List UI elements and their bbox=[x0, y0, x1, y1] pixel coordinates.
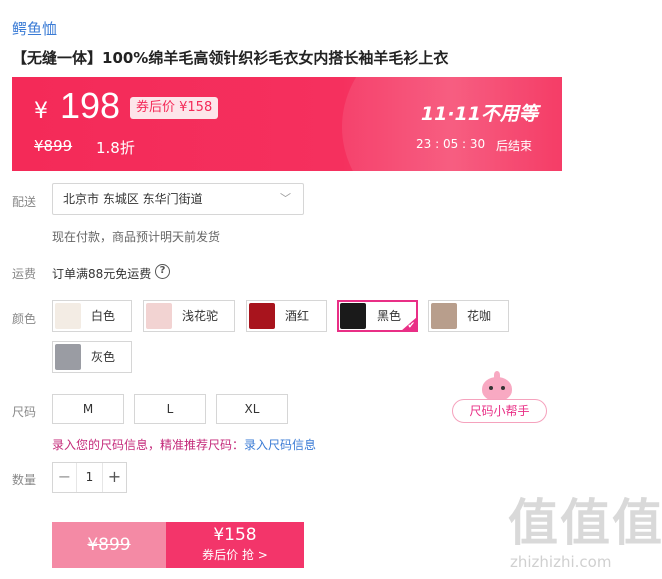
discount-rate: 1.8折 bbox=[96, 139, 135, 157]
color-option-label: 酒红 bbox=[285, 309, 310, 323]
original-price: ¥899 bbox=[34, 137, 73, 155]
mascot-icon bbox=[482, 371, 512, 401]
help-icon[interactable]: ? bbox=[155, 264, 170, 279]
buy-coupon-price: ¥158 bbox=[213, 525, 257, 545]
color-option-label: 白色 bbox=[91, 309, 116, 323]
swatch-thumbnail bbox=[55, 303, 81, 329]
product-title: 【无缝一体】100%绵羊毛高领针织衫毛衣女内搭长袖羊毛衫上衣 bbox=[12, 49, 449, 67]
quantity-stepper: − 1 + bbox=[52, 462, 127, 493]
size-helper-button[interactable]: 尺码小帮手 bbox=[452, 399, 547, 423]
countdown-suffix: 后结束 bbox=[496, 139, 533, 153]
color-option-label: 花咖 bbox=[467, 309, 492, 323]
check-icon: ✔ bbox=[407, 321, 415, 331]
swatch-thumbnail bbox=[249, 303, 275, 329]
address-value: 北京市 东城区 东华门街道 bbox=[63, 192, 203, 206]
buy-cta-label: 券后价 抢 > bbox=[202, 548, 268, 562]
size-info-link[interactable]: 录入尺码信息 bbox=[244, 436, 316, 453]
size-option-xl[interactable]: XL bbox=[216, 394, 288, 424]
color-option-wine-red[interactable]: 酒红 bbox=[246, 300, 327, 332]
promo-badge: 11·11不用等 bbox=[420, 103, 538, 125]
coupon-price-tag: 券后价 ¥158 bbox=[130, 97, 219, 119]
quantity-label: 数量 bbox=[12, 473, 37, 487]
chevron-down-icon: ﹀ bbox=[280, 192, 291, 205]
color-option-label: 黑色 bbox=[377, 309, 402, 323]
color-label: 颜色 bbox=[12, 312, 37, 326]
swatch-thumbnail bbox=[431, 303, 457, 329]
color-option-mocha[interactable]: 花咖 bbox=[428, 300, 509, 332]
watermark-logo: 值值值 bbox=[508, 494, 662, 552]
minus-icon[interactable]: − bbox=[53, 463, 77, 492]
size-option-m[interactable]: M bbox=[52, 394, 124, 424]
plus-icon[interactable]: + bbox=[102, 463, 126, 492]
shipping-note: 现在付款，商品预计明天前发货 bbox=[52, 230, 221, 244]
buy-with-coupon-button[interactable]: ¥158 券后价 抢 > bbox=[166, 522, 304, 568]
size-label: 尺码 bbox=[12, 405, 37, 419]
freight-label: 运费 bbox=[12, 267, 37, 281]
address-select[interactable]: 北京市 东城区 东华门街道 ﹀ bbox=[52, 183, 304, 215]
brand-link[interactable]: 鳄鱼恤 bbox=[12, 18, 57, 39]
color-option-light-camel[interactable]: 浅花驼 bbox=[143, 300, 235, 332]
swatch-thumbnail bbox=[55, 344, 81, 370]
color-option-grey[interactable]: 灰色 bbox=[52, 341, 132, 373]
color-option-label: 灰色 bbox=[91, 350, 116, 364]
size-option-l[interactable]: L bbox=[134, 394, 206, 424]
currency-symbol: ¥ bbox=[34, 99, 48, 124]
color-option-label: 浅花驼 bbox=[182, 309, 219, 323]
price-banner: ¥ 198 券后价 ¥158 ¥899 1.8折 11·11不用等 23 : 0… bbox=[12, 77, 562, 171]
swatch-thumbnail bbox=[340, 303, 366, 329]
watermark-site: zhizhizhi.com bbox=[510, 553, 612, 571]
size-hint-text: 录入您的尺码信息，精准推荐尺码： bbox=[52, 438, 245, 452]
quantity-value[interactable]: 1 bbox=[77, 463, 102, 492]
color-option-white[interactable]: 白色 bbox=[52, 300, 132, 332]
countdown-timer: 23 : 05 : 30 bbox=[416, 137, 486, 151]
delivery-label: 配送 bbox=[12, 195, 37, 209]
freight-text: 订单满88元免运费 bbox=[52, 267, 152, 281]
original-price-button[interactable]: ¥899 bbox=[52, 522, 166, 568]
color-option-black[interactable]: 黑色 ✔ bbox=[337, 300, 418, 332]
current-price: 198 bbox=[60, 85, 121, 126]
swatch-thumbnail bbox=[146, 303, 172, 329]
